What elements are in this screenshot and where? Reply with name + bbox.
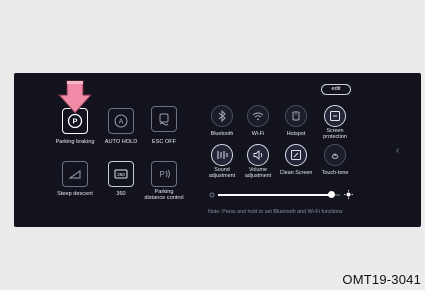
bluetooth-toggle[interactable] — [211, 105, 233, 127]
chevron-left-icon[interactable]: ‹ — [396, 145, 399, 156]
esc-off-icon — [151, 106, 177, 132]
figure-code: OMT19-3041 — [342, 272, 421, 287]
sound-adjustment-toggle[interactable] — [211, 144, 233, 166]
auto-hold-label: AUTO HOLD — [104, 139, 138, 145]
bluetooth-label: Bluetooth — [210, 131, 234, 137]
sound-adjustment-label: Sound adjustment — [208, 167, 236, 180]
svg-text:P: P — [72, 117, 77, 126]
edit-button[interactable]: edit — [321, 84, 351, 95]
touch-tone-icon — [331, 153, 339, 159]
camera-360-label: 360 — [116, 191, 126, 197]
hotspot-toggle[interactable] — [285, 105, 307, 127]
bluetooth-wifi-note: Note: Press and hold to set Bluetooth an… — [208, 209, 343, 215]
esc-off-label: ESC OFF — [151, 139, 177, 145]
steep-descent-icon — [62, 161, 88, 187]
callout-arrow-icon — [57, 80, 93, 114]
volume-toggle[interactable] — [247, 144, 269, 166]
wifi-icon — [252, 112, 264, 121]
hotspot-icon — [292, 111, 300, 121]
touch-tone-label: Touch-tone — [321, 170, 349, 176]
screen-protection-icon — [330, 111, 340, 121]
parking-distance-label: Parking distance control — [144, 189, 184, 202]
auto-hold-icon: A — [108, 108, 134, 134]
hotspot-label: Hotspot — [286, 131, 306, 137]
brightness-slider[interactable] — [218, 191, 340, 198]
clean-screen-icon — [291, 150, 301, 160]
wifi-toggle[interactable] — [247, 105, 269, 127]
wifi-label: Wi-Fi — [251, 131, 265, 137]
bluetooth-icon — [218, 110, 226, 122]
clean-screen-label: Clean Screen — [279, 170, 313, 176]
camera-360-icon: 360 — [108, 161, 134, 187]
brightness-slider-fill — [218, 194, 332, 196]
svg-text:360: 360 — [117, 172, 125, 177]
parking-distance-icon: P — [151, 161, 177, 187]
touch-tone-toggle[interactable] — [324, 144, 346, 166]
screen-protection-label: Screen protection — [323, 128, 347, 141]
sound-adjustment-icon — [217, 151, 228, 159]
brightness-low-icon — [209, 192, 215, 198]
svg-text:A: A — [119, 119, 124, 126]
clean-screen-toggle[interactable] — [285, 144, 307, 166]
brightness-high-icon — [344, 190, 353, 199]
screen-protection-toggle[interactable] — [324, 105, 346, 127]
volume-label: Volume adjustment — [244, 167, 272, 180]
svg-text:P: P — [159, 170, 164, 179]
parking-brake-label: Parking braking — [55, 139, 95, 145]
steep-descent-label: Steep descent — [57, 191, 93, 197]
brightness-slider-thumb[interactable] — [327, 191, 335, 198]
volume-icon — [253, 150, 263, 160]
